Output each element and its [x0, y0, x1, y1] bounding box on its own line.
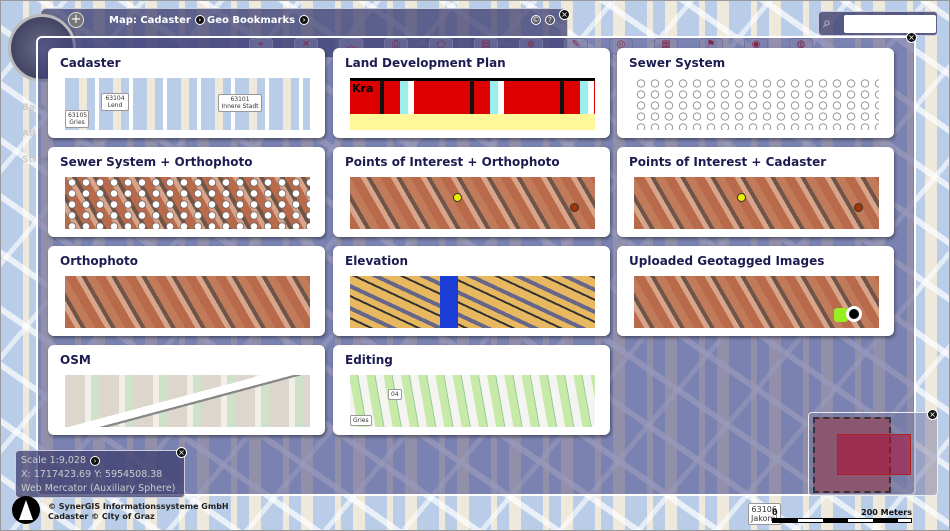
district-label: 63101 Innere Stadt	[218, 94, 262, 112]
district-label: 63105 Gries	[65, 110, 89, 128]
basemap-thumbnail	[634, 276, 879, 328]
basemap-thumbnail	[65, 177, 310, 229]
status-box: Scale 1:9,028 › X: 1717423.69 Y: 5954508.…	[15, 447, 187, 498]
basemap-title: Uploaded Geotagged Images	[629, 254, 825, 268]
basemap-title: Points of Interest + Orthophoto	[345, 155, 560, 169]
search-input[interactable]	[844, 15, 936, 33]
credit-line-1: © SynerGIS Informationssysteme GmbH	[48, 502, 229, 511]
basemap-thumbnail	[634, 78, 879, 130]
basemap-thumbnail	[634, 177, 879, 229]
north-arrow-icon	[12, 496, 40, 524]
basemap-card[interactable]: Points of Interest + Cadaster	[617, 147, 894, 237]
overview-extent-box[interactable]	[837, 434, 911, 475]
copyright-icon[interactable]: ©	[531, 15, 541, 25]
parcel-label: 04	[388, 389, 402, 400]
basemap-title: Editing	[345, 353, 393, 367]
poi-marker-icon	[737, 193, 746, 202]
close-panel-icon[interactable]: ×	[906, 32, 917, 43]
poi-marker-icon	[854, 203, 863, 212]
district-label: Gries	[350, 415, 372, 426]
coordinates-text: X: 1717423.69 Y: 5954508.38	[21, 469, 163, 480]
close-overview-icon[interactable]: ×	[927, 409, 938, 420]
basemap-gallery-panel: × Cadaster 63104 Lend 63101 Innere Stadt 63…	[36, 32, 917, 496]
basemap-thumbnail: 04 Gries	[350, 375, 595, 427]
basemap-thumbnail: 63104 Lend 63101 Innere Stadt 63105 Gries	[65, 78, 310, 130]
basemap-title: OSM	[60, 353, 91, 367]
basemap-card[interactable]: Uploaded Geotagged Images	[617, 246, 894, 336]
basemap-card[interactable]: Elevation	[333, 246, 610, 336]
basemap-card[interactable]: Orthophoto	[48, 246, 325, 336]
scale-end: 200 Meters	[861, 508, 912, 517]
scale-text: Scale 1:9,028	[21, 455, 87, 466]
overview-map[interactable]: ×	[808, 409, 938, 496]
basemap-card[interactable]: Editing 04 Gries	[333, 345, 610, 435]
basemap-thumbnail	[350, 276, 595, 328]
close-toolbar-icon[interactable]: ×	[559, 9, 570, 20]
basemap-title: Orthophoto	[60, 254, 138, 268]
basemap-title: Cadaster	[60, 56, 121, 70]
map-menu[interactable]: Map: Cadaster ›	[109, 15, 205, 26]
basemap-title: Points of Interest + Cadaster	[629, 155, 827, 169]
zoom-in-button[interactable]: +	[68, 12, 84, 28]
camera-marker-icon	[846, 306, 862, 322]
basemap-card[interactable]: Cadaster 63104 Lend 63101 Innere Stadt 6310…	[48, 48, 325, 138]
chevron-right-icon[interactable]: ›	[90, 455, 101, 466]
basemap-thumbnail	[350, 177, 595, 229]
scale-bar: 0 200 Meters	[772, 508, 912, 523]
poi-marker-icon	[570, 203, 579, 212]
basemap-card[interactable]: Land Development Plan Kra	[333, 48, 610, 138]
basemap-card[interactable]: Points of Interest + Orthophoto	[333, 147, 610, 237]
close-status-icon[interactable]: ×	[176, 447, 187, 458]
basemap-thumbnail	[65, 276, 310, 328]
help-icon[interactable]: ?	[545, 15, 555, 25]
chevron-right-icon: ›	[299, 15, 310, 25]
search-icon[interactable]: ⌕	[823, 15, 831, 31]
credit-line-2: Cadaster © City of Graz	[48, 512, 155, 521]
basemap-thumbnail: Kra	[350, 78, 595, 130]
map-menu-label: Map: Cadaster	[109, 15, 191, 26]
geo-bookmarks-menu[interactable]: Geo Bookmarks ›	[207, 15, 310, 26]
search-bar: ⌕	[818, 11, 938, 36]
basemap-title: Sewer System + Orthophoto	[60, 155, 253, 169]
geo-bookmarks-label: Geo Bookmarks	[207, 15, 296, 26]
poi-marker-icon	[453, 193, 462, 202]
basemap-title: Elevation	[345, 254, 409, 268]
basemap-card[interactable]: Sewer System + Orthophoto	[48, 147, 325, 237]
street-label: Kra	[352, 82, 374, 95]
district-label: 63104 Lend	[101, 93, 129, 111]
basemap-card[interactable]: OSM	[48, 345, 325, 435]
basemap-title: Sewer System	[629, 56, 726, 70]
basemap-title: Land Development Plan	[345, 56, 506, 70]
basemap-card[interactable]: Sewer System	[617, 48, 894, 138]
chevron-right-icon: ›	[194, 15, 205, 25]
scale-start: 0	[772, 508, 778, 517]
credits: © SynerGIS Informationssysteme GmbH Cada…	[48, 502, 229, 522]
basemap-thumbnail	[65, 375, 310, 427]
projection-text: Web Mercator (Auxiliary Sphere)	[21, 483, 176, 494]
